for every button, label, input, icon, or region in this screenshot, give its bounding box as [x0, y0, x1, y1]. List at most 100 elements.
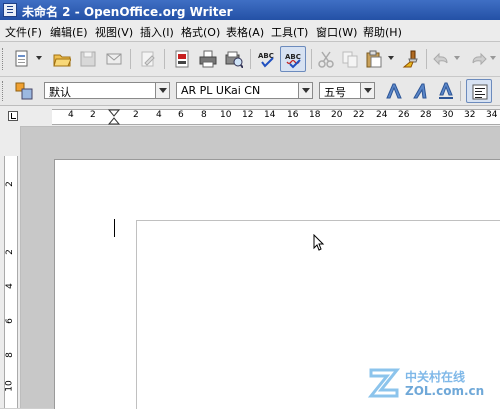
edit-file-icon: [141, 51, 155, 67]
menu-help[interactable]: 帮助(H): [363, 24, 402, 40]
chevron-down-icon[interactable]: [298, 83, 312, 98]
copy-button[interactable]: [338, 47, 362, 71]
horizontal-ruler[interactable]: 4 2 2 4 6 8 10 12 14 16 18 20 22 24 26 2…: [0, 106, 500, 127]
toolbar-separator: [130, 49, 131, 69]
print-button[interactable]: [196, 47, 220, 71]
menu-bar: 文件(F) 编辑(E) 视图(V) 插入(I) 格式(O) 表格(A) 工具(T…: [0, 20, 500, 42]
undo-button[interactable]: [430, 47, 454, 71]
text-boundary-top: [136, 220, 500, 221]
cut-icon: [318, 51, 334, 68]
align-left-button[interactable]: [466, 79, 492, 103]
edit-file-button[interactable]: [136, 47, 160, 71]
chevron-down-icon[interactable]: [360, 83, 374, 98]
redo-icon: [472, 52, 487, 66]
font-name-value: AR PL UKai CN: [181, 84, 261, 97]
ruler-label: 10: [4, 380, 15, 392]
ruler-label: 26: [398, 110, 410, 120]
toolbar-separator: [311, 49, 312, 69]
toolbar-separator: [426, 49, 427, 69]
svg-text:ABC: ABC: [285, 53, 301, 61]
ruler-label: 14: [264, 110, 276, 120]
auto-spellcheck-button[interactable]: ABC: [280, 46, 306, 72]
email-button[interactable]: [102, 47, 126, 71]
chevron-down-icon[interactable]: [155, 83, 169, 98]
ruler-label: 24: [376, 110, 388, 120]
spellcheck-button[interactable]: ABC: [255, 47, 279, 71]
watermark-line2: ZOL.com.cn: [405, 384, 485, 398]
clone-formatting-button[interactable]: [398, 47, 422, 71]
ruler-label: 20: [331, 110, 343, 120]
print-icon: [199, 50, 217, 68]
undo-dropdown-arrow-icon[interactable]: [454, 56, 460, 60]
bold-button[interactable]: [382, 79, 406, 103]
indent-marker-icon[interactable]: [107, 109, 121, 125]
font-name-select[interactable]: AR PL UKai CN: [176, 82, 313, 99]
toolbar-separator: [250, 49, 251, 69]
format-paintbrush-icon: [402, 50, 418, 68]
save-icon: [80, 51, 96, 67]
menu-insert[interactable]: 插入(I): [140, 24, 174, 40]
menu-file[interactable]: 文件(F): [5, 24, 42, 40]
ruler-label: 6: [178, 110, 184, 120]
menu-table[interactable]: 表格(A): [226, 24, 264, 40]
watermark-line1: 中关村在线: [405, 370, 466, 384]
ruler-label: 18: [309, 110, 321, 120]
ruler-label: 4: [156, 110, 162, 120]
print-preview-icon: [225, 51, 243, 68]
ruler-label: 2: [90, 110, 96, 120]
mouse-pointer-icon: [313, 234, 325, 251]
new-dropdown-arrow-icon[interactable]: [36, 56, 42, 60]
ruler-label: 4: [68, 110, 74, 120]
italic-button[interactable]: [408, 79, 432, 103]
menu-window[interactable]: 窗口(W): [316, 24, 357, 40]
new-document-button[interactable]: [10, 47, 34, 71]
cut-button[interactable]: [314, 47, 338, 71]
align-left-icon: [472, 84, 488, 100]
paste-icon: [366, 50, 382, 68]
watermark: 中关村在线 ZOL.com.cn: [367, 364, 497, 404]
open-folder-icon: [53, 54, 71, 67]
ruler-label: 30: [442, 110, 454, 120]
ruler-label: 2: [4, 249, 15, 255]
menu-view[interactable]: 视图(V): [95, 24, 133, 40]
export-pdf-button[interactable]: [170, 47, 194, 71]
paragraph-style-select[interactable]: 默认: [44, 82, 170, 99]
menu-format[interactable]: 格式(O): [181, 24, 220, 40]
toolbar-grip[interactable]: [2, 81, 7, 101]
vertical-ruler[interactable]: 2 2 4 6 8 10: [0, 126, 21, 408]
tab-type-selector[interactable]: [8, 111, 18, 121]
paste-dropdown-arrow-icon[interactable]: [388, 56, 394, 60]
ruler-label: 8: [201, 110, 207, 120]
auto-spellcheck-icon: ABC: [285, 53, 301, 69]
copy-icon: [342, 51, 358, 68]
font-size-select[interactable]: 五号: [319, 82, 375, 99]
email-icon: [106, 53, 122, 65]
spellcheck-icon: ABC: [258, 52, 274, 68]
standard-toolbar: ABC ABC: [0, 42, 500, 77]
toolbar-grip[interactable]: [2, 48, 7, 70]
styles-formatting-button[interactable]: [12, 79, 36, 103]
undo-icon: [433, 52, 448, 66]
underline-button[interactable]: [434, 79, 458, 103]
underline-icon: [439, 82, 453, 99]
redo-dropdown-arrow-icon[interactable]: [490, 56, 496, 60]
writer-app-icon: [3, 3, 17, 17]
font-size-value: 五号: [324, 86, 346, 99]
ruler-label: 16: [287, 110, 299, 120]
open-button[interactable]: [50, 47, 74, 71]
menu-tools[interactable]: 工具(T): [271, 24, 308, 40]
ruler-label: 4: [4, 283, 15, 289]
new-document-icon: [15, 50, 28, 67]
redo-button[interactable]: [466, 47, 490, 71]
text-cursor: [114, 219, 115, 237]
zol-logo-icon: [367, 368, 401, 398]
ruler-label: 2: [4, 181, 15, 187]
menu-edit[interactable]: 编辑(E): [50, 24, 88, 40]
window-title: 未命名 2 - OpenOffice.org Writer: [22, 5, 233, 19]
title-bar: 未命名 2 - OpenOffice.org Writer: [0, 0, 500, 20]
toolbar-separator: [460, 81, 461, 101]
paste-button[interactable]: [362, 47, 386, 71]
print-preview-button[interactable]: [222, 47, 246, 71]
save-button[interactable]: [76, 47, 100, 71]
ruler-label: 28: [420, 110, 432, 120]
